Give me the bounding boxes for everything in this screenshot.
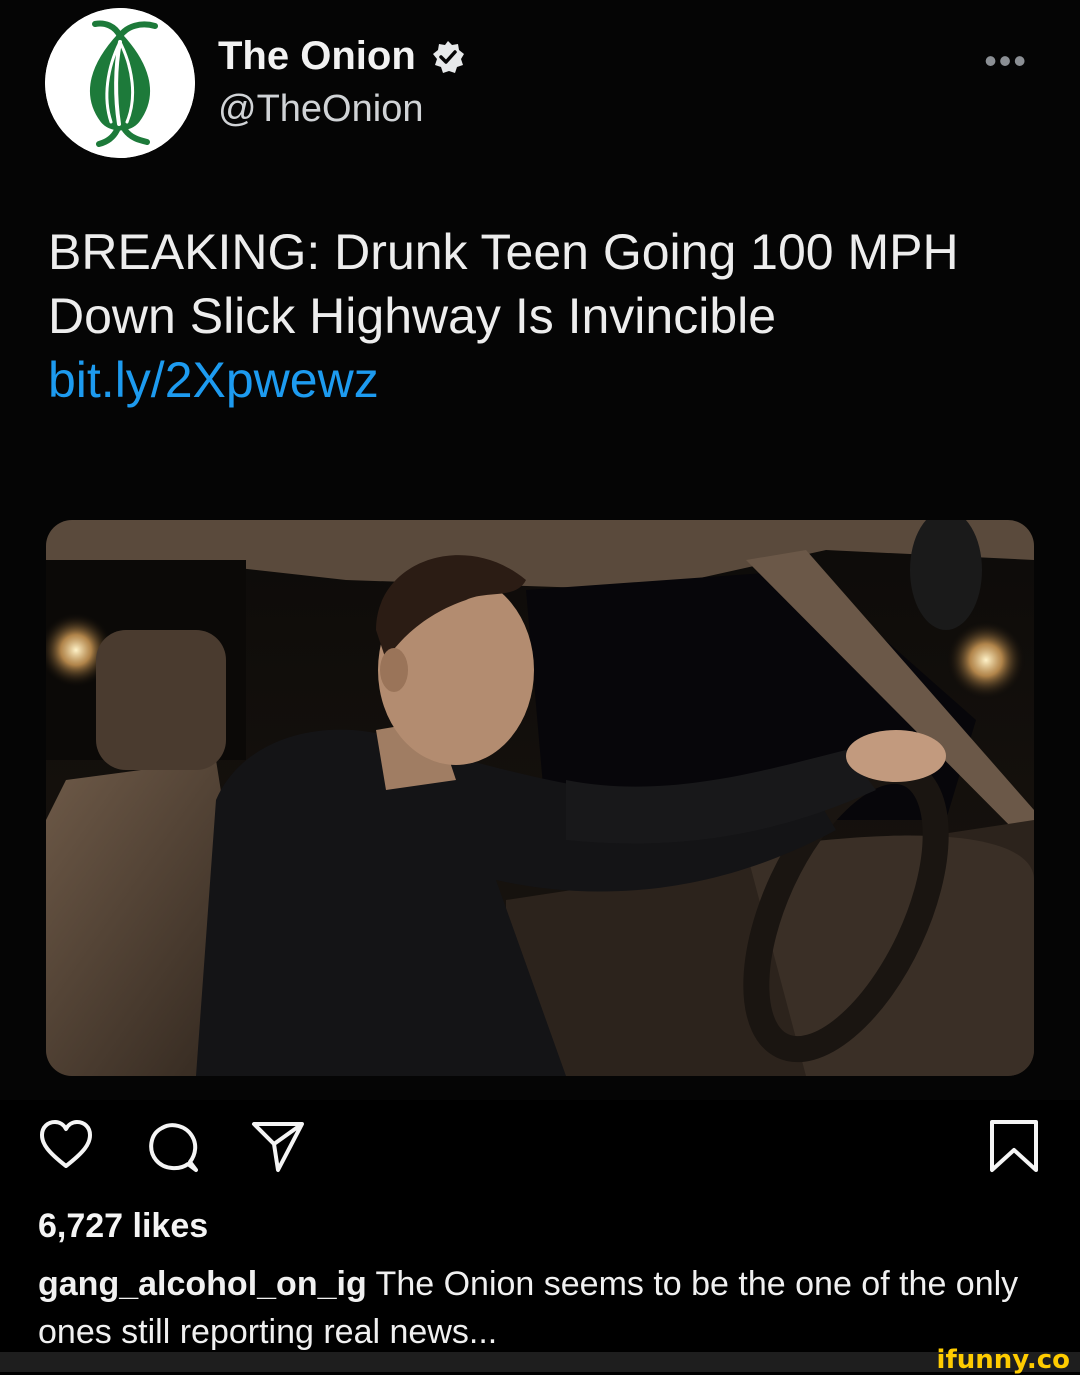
caption-username[interactable]: gang_alcohol_on_ig [38,1265,367,1303]
tweet-card: The Onion @TheOnion ••• BREAKING: Drunk … [0,0,1080,1100]
likes-count[interactable]: 6,727 likes [38,1207,208,1246]
driver-photo [46,520,1034,1076]
display-name-text: The Onion [218,34,416,78]
ifunny-watermark: ifunny.co [936,1345,1070,1375]
bookmark-icon[interactable] [986,1118,1042,1174]
verified-badge-icon [432,40,464,73]
handle[interactable]: @TheOnion [218,88,423,131]
tweet-media-image[interactable] [46,520,1034,1076]
tweet-text-body: BREAKING: Drunk Teen Going 100 MPH Down … [48,224,959,344]
share-icon[interactable] [250,1118,306,1174]
onion-logo-icon [45,8,195,158]
more-options-ellipsis-icon[interactable]: ••• [984,40,1028,82]
watermark-bar [0,1352,1080,1372]
tweet-link[interactable]: bit.ly/2Xpwewz [48,352,379,408]
caption: gang_alcohol_on_ig The Onion seems to be… [38,1260,1058,1356]
avatar[interactable] [45,8,195,158]
tweet-text: BREAKING: Drunk Teen Going 100 MPH Down … [48,220,1038,412]
display-name[interactable]: The Onion [218,34,466,79]
like-heart-icon[interactable] [38,1118,94,1174]
comment-icon[interactable] [144,1118,200,1174]
